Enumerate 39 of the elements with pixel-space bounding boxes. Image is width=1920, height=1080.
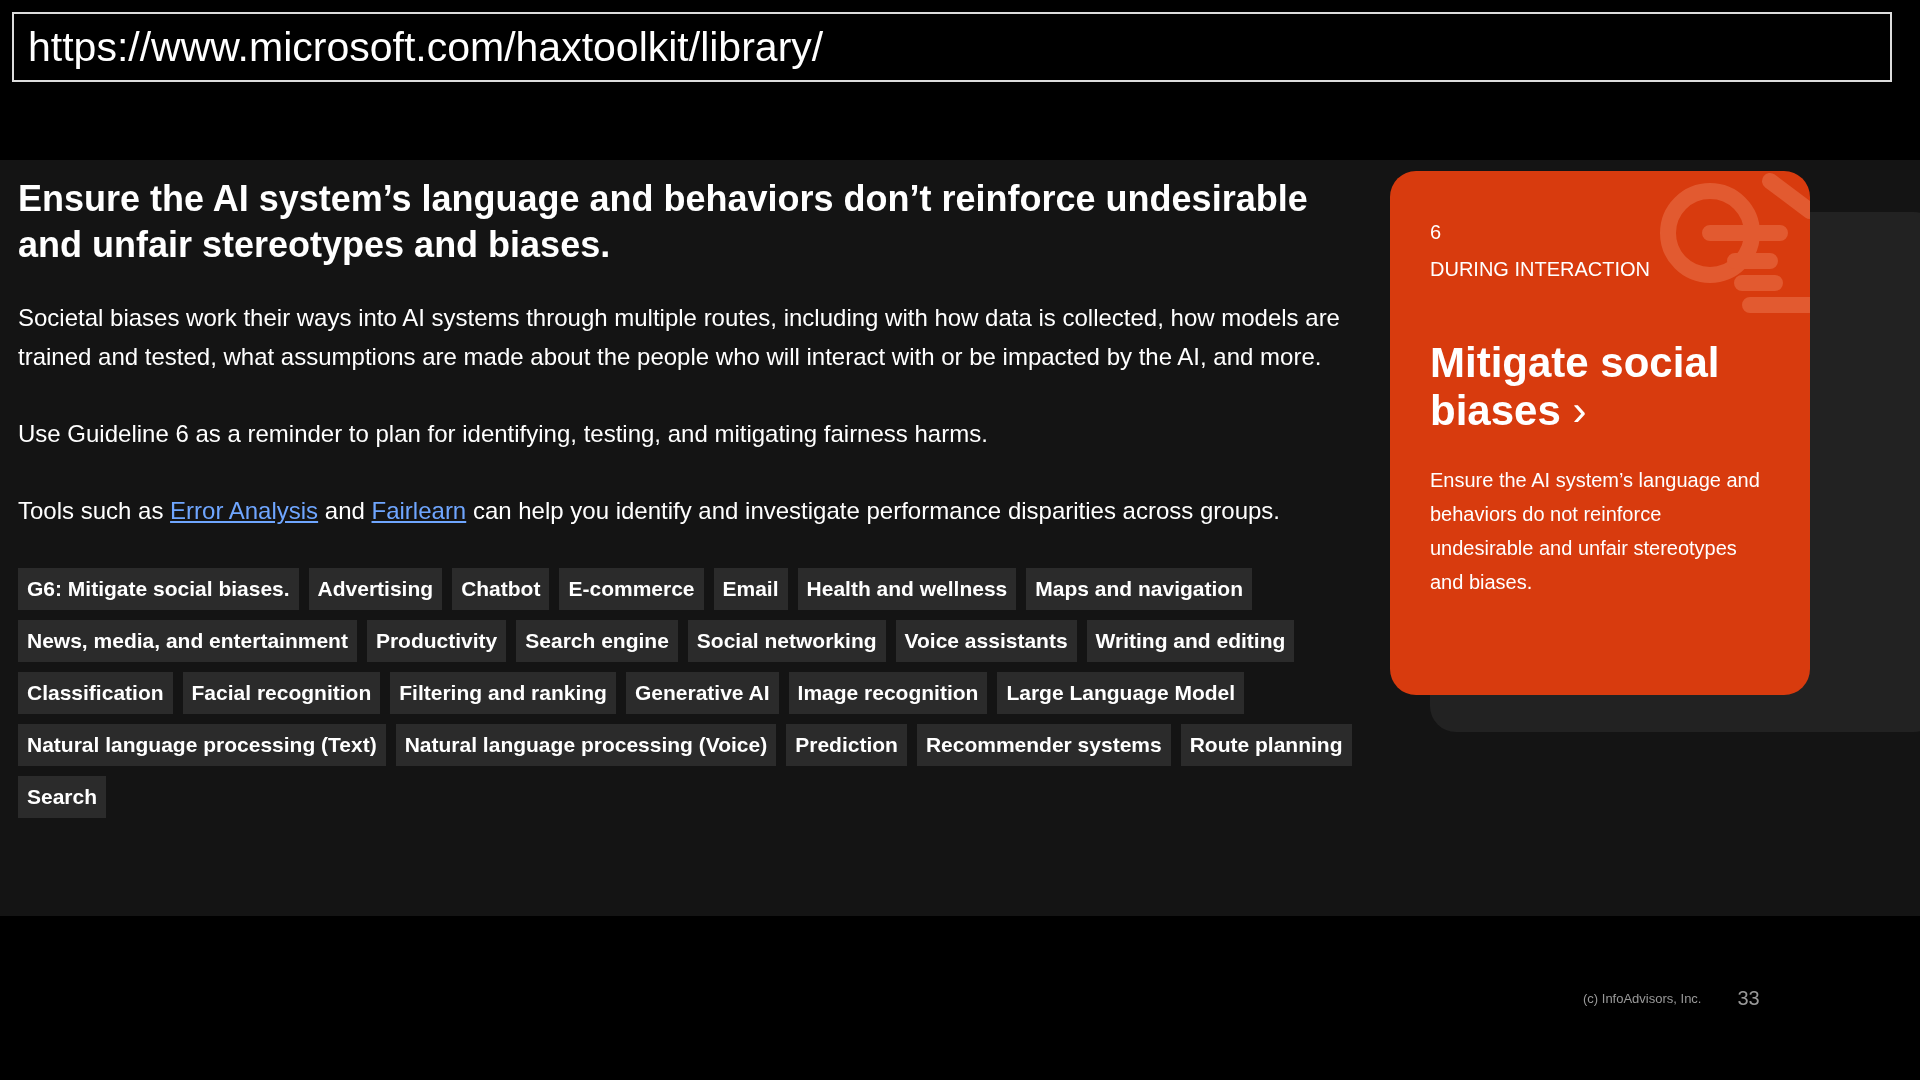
body-paragraph: Tools such as Error Analysis and Fairlearn can help you identify and investigate performance disparities across groups. [18,496,1281,526]
page-number: 33 [1737,986,1760,1010]
tag-chip[interactable]: Voice assistants [895,620,1077,662]
tag-chip[interactable]: Advertising [308,568,443,610]
tag-chip[interactable]: Generative AI [625,672,779,714]
tag-chip[interactable]: Image recognition [788,672,988,714]
card-title[interactable]: Mitigate social biases › [1430,339,1770,435]
url-box: https://www.microsoft.com/haxtoolkit/library/ [12,12,1892,82]
guideline-number: 6 [1430,221,1443,244]
tag-chip[interactable]: Health and wellness [797,568,1017,610]
text-link[interactable]: Fairlearn [371,497,467,524]
body-paragraph: Use Guideline 6 as a reminder to plan for identifying, testing, and mitigating fairness harms. [18,419,989,449]
tag-chip[interactable]: News, media, and entertainment [18,620,357,662]
tag-chip[interactable]: Chatbot [452,568,550,610]
tag-chip[interactable]: Facial recognition [182,672,381,714]
tag-chip[interactable]: Productivity [366,620,507,662]
tag-chip[interactable]: Email [713,568,788,610]
tag-chip[interactable]: E-commerce [559,568,704,610]
tag-chip[interactable]: Writing and editing [1086,620,1295,662]
tag-chip[interactable]: Classification [18,672,173,714]
copyright-text: (c) InfoAdvisors, Inc. [1583,990,1702,1006]
tag-chip[interactable]: Large Language Model [997,672,1245,714]
tag-chip[interactable]: Recommender systems [916,724,1171,766]
tag-chip[interactable]: Natural language processing (Voice) [395,724,777,766]
tag-chip[interactable]: Filtering and ranking [390,672,616,714]
tag-chip[interactable]: Social networking [687,620,886,662]
tag-chip[interactable]: Route planning [1180,724,1352,766]
tag-chip[interactable]: Maps and navigation [1026,568,1252,610]
tag-chip[interactable]: Prediction [786,724,907,766]
tag-chip[interactable]: Search engine [516,620,678,662]
tag-chip[interactable]: Search [18,776,107,818]
text-link[interactable]: Error Analysis [170,497,319,524]
guideline-heading: Ensure the AI system’s language and behaviors don’t reinforce undesirable and unfair stereotypes and biases. [18,177,1309,267]
tag-chip[interactable]: Natural language processing (Text) [18,724,386,766]
body-paragraph: Societal biases work their ways into AI systems through multiple routes, including with how data is collected, how models are trained and tested, what assumptions are made about the people who will interact with or be impacted by the AI, and more. [18,303,1341,372]
phase-label: DURING INTERACTION [1430,258,1651,281]
card-description: Ensure the AI system’s language and behaviors do not reinforce undesirable and unfair stereotypes and biases. [1430,468,1761,595]
guideline-card[interactable]: 6 DURING INTERACTION Mitigate social biases › Ensure the AI system’s language and behaviors do not reinforce undesirable and unfair stereotypes and biases. [1390,171,1810,695]
tag-chip[interactable]: G6: Mitigate social biases. [18,568,299,610]
